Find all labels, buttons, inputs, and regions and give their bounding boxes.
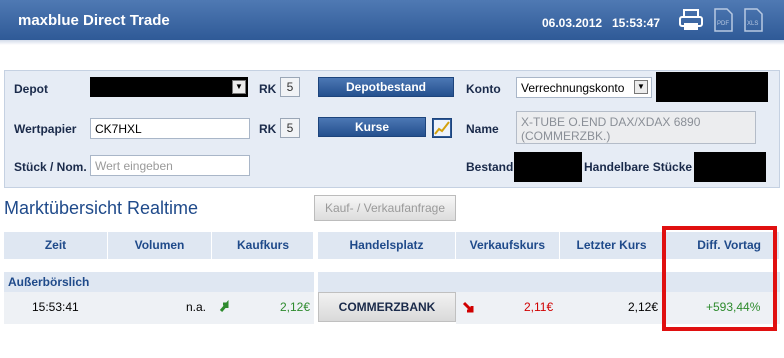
column-handelsplatz[interactable]: Handelsplatz [318, 232, 456, 259]
cell-kaufkurs: 2,12€ [280, 300, 311, 314]
konto-select[interactable]: Verrechnungskonto [516, 77, 652, 98]
cell-zeit: 15:53:41 [32, 300, 79, 314]
column-kaufkurs[interactable]: Kaufkurs [212, 232, 314, 259]
cell-volumen: n.a. [186, 300, 207, 314]
stueck-label: Stück / Nom. [14, 160, 87, 174]
rk-label: RK [259, 82, 277, 96]
rk-label: RK [259, 122, 277, 136]
handelsplatz-button[interactable]: COMMERZBANK [318, 292, 456, 322]
konto-select-value: Verrechnungskonto [521, 81, 625, 95]
order-request-button[interactable]: Kauf- / Verkaufanfrage [314, 195, 456, 221]
chart-icon[interactable] [432, 118, 452, 138]
group-row-center [318, 272, 456, 292]
pdf-icon[interactable]: PDF [710, 8, 736, 32]
group-label: Außerbörslich [8, 275, 90, 289]
column-verkaufskurs[interactable]: Verkaufskurs [456, 232, 560, 259]
depotbestand-button[interactable]: Depotbestand [318, 77, 454, 97]
stueck-input[interactable]: Wert eingeben [90, 155, 250, 176]
header-time: 15:53:47 [612, 16, 661, 30]
cell-verkaufskurs: 2,11€ [524, 300, 554, 314]
highlight-box [662, 226, 777, 331]
rk-value: 5 [280, 118, 300, 138]
cell-letzter-kurs: 2,12€ [628, 300, 659, 314]
title-bar-shadow [0, 40, 784, 45]
chevron-down-icon[interactable]: ▼ [634, 80, 648, 94]
column-volumen[interactable]: Volumen [108, 232, 212, 259]
header-date: 06.03.2012 [542, 16, 603, 30]
name-label: Name [466, 122, 499, 136]
app-title: maxblue Direct Trade [18, 12, 170, 29]
rk-value: 5 [280, 77, 300, 97]
column-zeit[interactable]: Zeit [4, 232, 108, 259]
konto-label: Konto [466, 82, 501, 96]
title-bar: maxblue Direct Trade 06.03.2012 15:53:47… [0, 0, 784, 40]
arrow-down-right-icon [462, 301, 474, 313]
column-letzter-kurs[interactable]: Letzter Kurs [560, 232, 664, 259]
arrow-up-right-icon [219, 300, 229, 312]
xls-icon[interactable]: XLS [740, 8, 766, 32]
handelbare-label: Handelbare Stücke [584, 160, 693, 174]
svg-text:XLS: XLS [747, 21, 758, 27]
wertpapier-value: CK7HXL [95, 122, 142, 136]
market-title: Marktübersicht Realtime [4, 198, 199, 218]
kurse-button[interactable]: Kurse [318, 117, 426, 137]
bestand-label: Bestand [466, 160, 514, 174]
redacted-handelbare [694, 152, 766, 182]
redacted-bestand [514, 152, 582, 182]
wertpapier-label: Wertpapier [14, 122, 77, 136]
depot-select[interactable] [90, 77, 248, 97]
wertpapier-input[interactable]: CK7HXL [90, 118, 250, 139]
printer-icon[interactable] [678, 8, 704, 32]
chevron-down-icon[interactable]: ▼ [232, 80, 246, 94]
name-field: X-TUBE O.END DAX/XDAX 6890 (COMMERZBK.) [516, 111, 756, 144]
svg-text:PDF: PDF [717, 21, 729, 27]
redacted-konto-number [656, 72, 768, 102]
depot-label: Depot [14, 82, 48, 96]
stueck-placeholder: Wert eingeben [95, 159, 173, 173]
